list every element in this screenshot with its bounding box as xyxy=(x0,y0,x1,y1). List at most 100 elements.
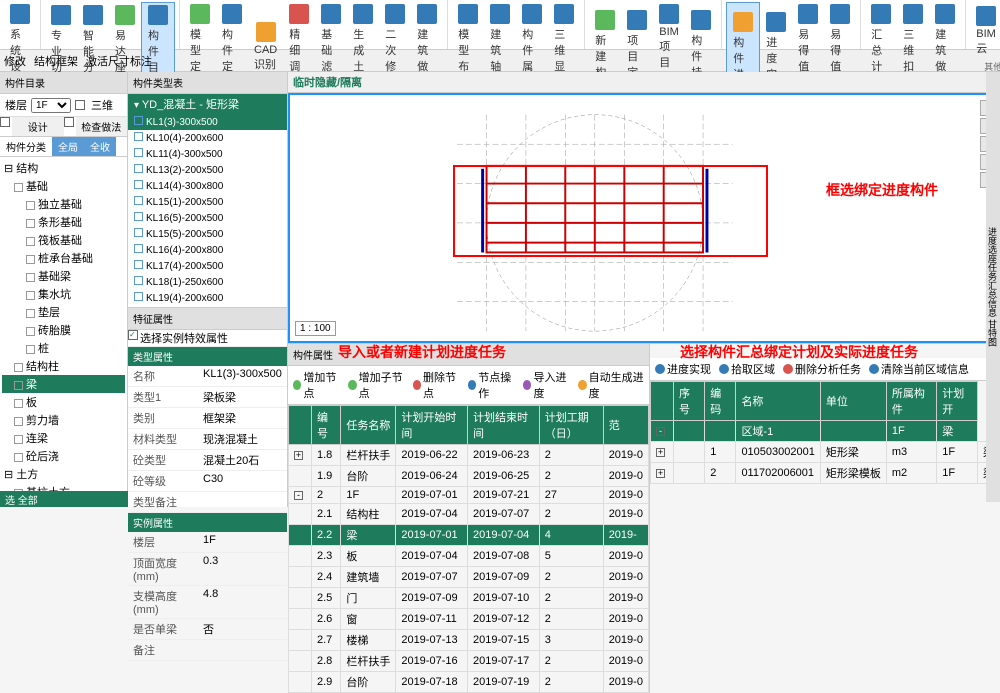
table-row[interactable]: 2.8栏杆扶手2019-07-162019-07-1722019-0 xyxy=(289,651,649,672)
filter-collapse[interactable]: 全收 xyxy=(84,137,116,156)
right-collapsed-sidebar[interactable]: 进度选座任务汇总信息 甘特图 xyxy=(986,72,1000,502)
table-row[interactable]: 2.7楼梯2019-07-132019-07-1532019-0 xyxy=(289,630,649,651)
toolbtn-增加子节点[interactable]: 增加子节点 xyxy=(348,369,404,401)
table-row[interactable]: +1010503002001矩形梁m31F梁 xyxy=(651,442,1000,463)
tree-垫层[interactable]: 垫层 xyxy=(2,303,125,321)
ribbon-icon xyxy=(417,4,437,24)
prop-row[interactable]: 砼等级C30 xyxy=(128,471,287,492)
table-row[interactable]: 2.4建筑墙2019-07-072019-07-0922019-0 xyxy=(289,567,649,588)
scale-indicator[interactable]: 1 : 100 xyxy=(295,321,336,336)
toolbtn-导入进度[interactable]: 导入进度 xyxy=(523,369,570,401)
prop-row[interactable]: 类型1梁板梁 xyxy=(128,387,287,408)
comp-item[interactable]: KL15(5)-200x500 xyxy=(128,226,287,242)
tree-基础[interactable]: 基础 xyxy=(2,177,125,195)
component-list-panel: 构件类型表 ▾ YD_混凝土 - 矩形梁 KL1(3)-300x500KL10(… xyxy=(128,72,288,507)
tree-板[interactable]: 板 xyxy=(2,393,125,411)
ribbon-BIM云[interactable]: BIM云 xyxy=(970,2,1000,60)
prop-row[interactable]: 类型备注 xyxy=(128,492,287,513)
tree-结构[interactable]: ⊟ 结构 xyxy=(2,159,125,177)
comp-group[interactable]: ▾ YD_混凝土 - 矩形梁 xyxy=(128,94,287,114)
toolbtn-自动生成进度[interactable]: 自动生成进度 xyxy=(578,369,644,401)
subbar-结构框架[interactable]: 结构框架 xyxy=(34,53,78,69)
subbar-激活尺寸标注[interactable]: 激活尺寸标注 xyxy=(86,53,152,69)
schedule-table[interactable]: 编号任务名称计划开始时间计划结束时间计划工期（日）范+1.8栏杆扶手2019-0… xyxy=(288,405,649,693)
prop-row[interactable]: 砼类型混凝土20石 xyxy=(128,450,287,471)
table-row[interactable]: -21F2019-07-012019-07-21272019-0 xyxy=(289,487,649,504)
prop-row[interactable]: 顶面宽度(mm)0.3 xyxy=(128,553,287,586)
filter-global[interactable]: 全局 xyxy=(52,137,84,156)
table-row[interactable]: 2.5门2019-07-092019-07-1022019-0 xyxy=(289,588,649,609)
schedule-table-wrap[interactable]: 编号任务名称计划开始时间计划结束时间计划工期（日）范+1.8栏杆扶手2019-0… xyxy=(288,405,649,693)
tree-砼后浇[interactable]: 砼后浇 xyxy=(2,447,125,465)
comp-item[interactable]: KL16(4)-200x800 xyxy=(128,242,287,258)
summary-table-wrap[interactable]: 序号编码名称单位所属构件计划开-区域-11F梁+1010503002001矩形梁… xyxy=(650,381,1000,693)
floor-selector-row: 楼层 1F 三维 xyxy=(0,94,127,117)
prop-row[interactable]: 是否单梁否 xyxy=(128,619,287,640)
tree-条形基础[interactable]: 条形基础 xyxy=(2,213,125,231)
tree-集水坑[interactable]: 集水坑 xyxy=(2,285,125,303)
check-method[interactable] xyxy=(64,117,74,127)
toolbtn-清除当前区域信息[interactable]: 清除当前区域信息 xyxy=(869,361,969,377)
tree-桩承台基础[interactable]: 桩承台基础 xyxy=(2,249,125,267)
table-row[interactable]: +2011702006001矩形梁模板m21F梁 xyxy=(651,463,1000,484)
plan-viewport[interactable]: 框选绑定进度构件 1 : 100 xyxy=(288,93,1000,343)
comp-item[interactable]: KL13(2)-200x500 xyxy=(128,162,287,178)
tree-filter-bar: 构件分类 全局 全收 xyxy=(0,137,127,157)
prop-row[interactable]: 备注 xyxy=(128,640,287,661)
tab-design[interactable]: 设计 xyxy=(12,117,64,136)
ribbon-icon xyxy=(733,12,753,32)
comp-item[interactable]: KL1(3)-300x500 xyxy=(128,114,287,130)
ribbon-icon xyxy=(148,5,168,25)
prop-row[interactable]: 名称KL1(3)-300x500 xyxy=(128,366,287,387)
floor-select[interactable]: 1F xyxy=(31,98,71,113)
tree-筏板基础[interactable]: 筏板基础 xyxy=(2,231,125,249)
tree-土方[interactable]: ⊟ 土方 xyxy=(2,465,125,483)
comp-item[interactable]: KL14(4)-300x800 xyxy=(128,178,287,194)
tree-结构柱[interactable]: 结构柱 xyxy=(2,357,125,375)
comp-item[interactable]: KL17(4)-200x500 xyxy=(128,258,287,274)
prop-row[interactable]: 材料类型现浇混凝土 xyxy=(128,429,287,450)
tree-基础梁[interactable]: 基础梁 xyxy=(2,267,125,285)
props-check[interactable] xyxy=(128,330,138,340)
toolbtn-节点操作[interactable]: 节点操作 xyxy=(468,369,515,401)
ribbon-icon xyxy=(871,4,891,24)
comp-item[interactable]: KL10(4)-200x600 xyxy=(128,130,287,146)
table-row[interactable]: 1.9台阶2019-06-242019-06-2522019-0 xyxy=(289,466,649,487)
design-check[interactable] xyxy=(0,117,10,127)
comp-item[interactable]: KL11(4)-300x500 xyxy=(128,146,287,162)
tree-连梁[interactable]: 连梁 xyxy=(2,429,125,447)
tree-砖胎膜[interactable]: 砖胎膜 xyxy=(2,321,125,339)
prop-row[interactable]: 类别框架梁 xyxy=(128,408,287,429)
table-row[interactable]: 2.9台阶2019-07-182019-07-1922019-0 xyxy=(289,672,649,693)
toolbtn-拾取区域[interactable]: 拾取区域 xyxy=(719,361,775,377)
comp-item[interactable]: KL18(1)-250x600 xyxy=(128,274,287,290)
summary-table[interactable]: 序号编码名称单位所属构件计划开-区域-11F梁+1010503002001矩形梁… xyxy=(650,381,1000,484)
view-checkbox[interactable] xyxy=(75,100,85,110)
toolbtn-删除节点[interactable]: 删除节点 xyxy=(413,369,460,401)
toolbtn-删除分析任务[interactable]: 删除分析任务 xyxy=(783,361,861,377)
toolbtn-进度实现[interactable]: 进度实现 xyxy=(655,361,711,377)
filter-category[interactable]: 构件分类 xyxy=(0,137,52,156)
tree-独立基础[interactable]: 独立基础 xyxy=(2,195,125,213)
tree-剪力墙[interactable]: 剪力墙 xyxy=(2,411,125,429)
comp-item[interactable]: KL19(4)-200x600 xyxy=(128,290,287,306)
toolbtn-增加节点[interactable]: 增加节点 xyxy=(293,369,340,401)
table-row[interactable]: 2.6窗2019-07-112019-07-1222019-0 xyxy=(289,609,649,630)
table-row[interactable]: -区域-11F梁 xyxy=(651,421,1000,442)
schedule-toolbar: 增加节点增加子节点删除节点节点操作导入进度自动生成进度 xyxy=(288,366,649,405)
prop-row[interactable]: 楼层1F xyxy=(128,532,287,553)
bottom-tables: 构件属性 导入或者新建计划进度任务 增加节点增加子节点删除节点节点操作导入进度自… xyxy=(288,343,1000,693)
component-list[interactable]: KL1(3)-300x500KL10(4)-200x600KL11(4)-300… xyxy=(128,114,287,307)
comp-item[interactable]: KL16(5)-200x500 xyxy=(128,210,287,226)
table-row[interactable]: +1.8栏杆扶手2019-06-222019-06-2322019-0 xyxy=(289,445,649,466)
tree-桩[interactable]: 桩 xyxy=(2,339,125,357)
table-row[interactable]: 2.2梁2019-07-012019-07-0442019- xyxy=(289,525,649,546)
viewport-tab[interactable]: 临时隐藏/隔离 xyxy=(293,74,362,90)
table-row[interactable]: 2.3板2019-07-042019-07-0852019-0 xyxy=(289,546,649,567)
comp-item[interactable]: KL15(1)-200x500 xyxy=(128,194,287,210)
tree-梁[interactable]: 梁 xyxy=(2,375,125,393)
tab-check[interactable]: 检查做法 xyxy=(76,117,128,136)
prop-row[interactable]: 支模高度(mm)4.8 xyxy=(128,586,287,619)
component-tree[interactable]: ⊟ 结构基础独立基础条形基础筏板基础桩承台基础基础梁集水坑垫层砖胎膜桩结构柱梁板… xyxy=(0,157,127,507)
subbar-修改[interactable]: 修改 xyxy=(4,53,26,69)
